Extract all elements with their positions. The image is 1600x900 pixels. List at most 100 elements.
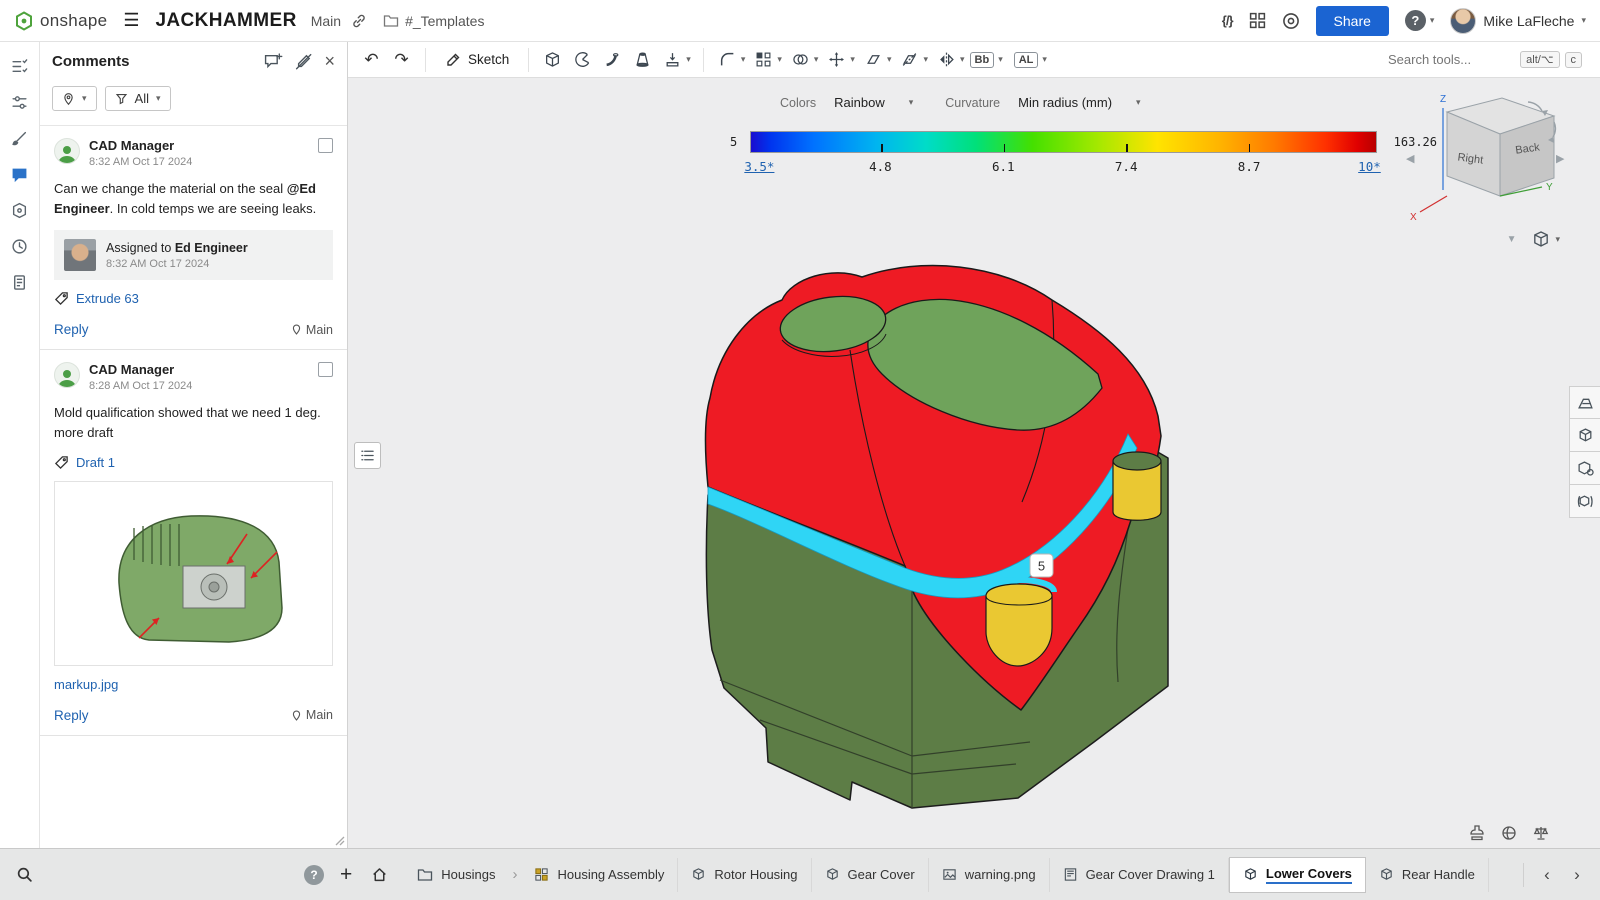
document-menu-icon[interactable]: ☰ xyxy=(123,10,139,31)
tab-warning-png[interactable]: warning.png xyxy=(929,858,1050,892)
display-states-icon[interactable] xyxy=(1569,419,1600,452)
feature-tag[interactable]: Extrude 63 xyxy=(54,291,333,306)
menu-caret-icon: ▾ xyxy=(960,54,965,65)
sketch-button[interactable]: Sketch xyxy=(436,48,518,72)
mirror-menu[interactable]: ▾ xyxy=(933,47,967,73)
find-icon[interactable] xyxy=(10,861,38,889)
status-filter-dropdown[interactable]: All ▾ xyxy=(105,86,171,111)
stamp-icon[interactable] xyxy=(1468,824,1486,842)
feature-tag-label[interactable]: Draft 1 xyxy=(76,455,115,470)
rotate-left-icon[interactable]: ◀ xyxy=(1406,152,1415,165)
rotate-down-icon[interactable]: ▼ xyxy=(1507,234,1517,245)
location-filter-dropdown[interactable]: ▾ xyxy=(52,86,97,111)
feature-tag-label[interactable]: Extrude 63 xyxy=(76,291,139,306)
attachment-thumbnail[interactable] xyxy=(54,481,333,666)
notes-icon[interactable] xyxy=(4,266,36,298)
comments-icon[interactable] xyxy=(4,158,36,190)
redo-button[interactable]: ↷ xyxy=(388,47,415,73)
bb-tools-menu[interactable]: Bb ▾ xyxy=(970,52,1005,68)
feature-list-icon[interactable] xyxy=(4,50,36,82)
user-caret-icon: ▾ xyxy=(1581,15,1586,26)
colors-dropdown[interactable]: Rainbow ▾ xyxy=(828,92,919,113)
tab-gear-cover[interactable]: Gear Cover xyxy=(812,858,929,892)
document-title[interactable]: JACKHAMMER xyxy=(155,10,296,32)
onshape-logo[interactable]: onshape xyxy=(14,11,107,31)
close-panel-icon[interactable]: × xyxy=(324,51,335,72)
transform-menu[interactable]: ▾ xyxy=(823,47,857,73)
app-store-icon[interactable] xyxy=(1249,12,1266,29)
panel-resize-grip[interactable] xyxy=(333,834,345,846)
tab-scroll-left-icon[interactable]: ‹ xyxy=(1534,861,1560,889)
graphics-canvas[interactable]: Colors Rainbow ▾ Curvature Min radius (m… xyxy=(348,78,1600,848)
tab-gear-cover-drawing[interactable]: Gear Cover Drawing 1 xyxy=(1050,858,1229,892)
scale-tick-labels: 3.5* 4.8 6.1 7.4 8.7 10* xyxy=(750,159,1377,181)
home-tab-button[interactable] xyxy=(364,860,394,890)
configuration-panel-icon[interactable] xyxy=(1569,452,1600,485)
colors-value: Rainbow xyxy=(834,95,885,110)
named-views-icon[interactable] xyxy=(1569,386,1600,419)
comment-meta: CAD Manager 8:32 AM Oct 17 2024 xyxy=(89,138,309,168)
breadcrumb-folder[interactable]: #_Templates xyxy=(383,13,484,29)
tab-scroll-right-icon[interactable]: › xyxy=(1564,861,1590,889)
tab-help-icon[interactable]: ? xyxy=(304,865,324,885)
plane-menu[interactable]: ▾ xyxy=(860,47,894,73)
thicken-menu[interactable]: ▾ xyxy=(659,47,693,73)
comment-author: CAD Manager xyxy=(89,138,309,153)
learning-center-icon[interactable] xyxy=(1282,12,1300,30)
tab-rotor-housing[interactable]: Rotor Housing xyxy=(678,858,811,892)
extrude-button[interactable] xyxy=(539,47,566,73)
view-options-menu[interactable]: ▾ xyxy=(1532,230,1560,248)
loft-button[interactable] xyxy=(629,47,656,73)
appearance-icon[interactable] xyxy=(4,122,36,154)
rotate-right-icon[interactable]: ▶ xyxy=(1556,152,1565,165)
curvature-dropdown[interactable]: Min radius (mm) ▾ xyxy=(1012,92,1146,113)
curvature-gradient-bar[interactable] xyxy=(750,131,1377,153)
feature-list-toggle[interactable] xyxy=(354,442,381,469)
tab-lower-covers[interactable]: Lower Covers xyxy=(1229,857,1366,893)
attachment-link[interactable]: markup.jpg xyxy=(54,677,118,692)
scale-max-limit[interactable]: 10* xyxy=(1358,159,1381,174)
undo-button[interactable]: ↶ xyxy=(358,47,385,73)
tab-rear-handle[interactable]: Rear Handle xyxy=(1366,858,1489,892)
tab-bar: ? + Housings › Housing Assembly Rotor Ho… xyxy=(0,848,1600,900)
share-button[interactable]: Share xyxy=(1316,6,1389,36)
revolve-button[interactable] xyxy=(569,47,596,73)
view-cube[interactable]: Right Back Z X Y ◀ ▶ xyxy=(1402,90,1572,230)
boolean-menu[interactable]: ▾ xyxy=(787,47,821,73)
properties-icon[interactable] xyxy=(4,194,36,226)
mass-properties-icon[interactable] xyxy=(1532,824,1550,842)
markup-icon[interactable] xyxy=(295,53,312,70)
pattern-menu[interactable]: ▾ xyxy=(750,47,784,73)
workspace-name[interactable]: Main xyxy=(311,13,341,29)
axis-z-label: Z xyxy=(1440,94,1446,105)
resolve-checkbox[interactable] xyxy=(318,138,333,153)
al-chip: AL xyxy=(1014,52,1039,68)
tab-housing-assembly[interactable]: Housing Assembly xyxy=(521,858,678,892)
new-comment-icon[interactable] xyxy=(264,53,283,70)
reply-link[interactable]: Reply xyxy=(54,708,89,723)
tab-folder-housings[interactable]: Housings xyxy=(404,858,508,892)
al-tools-menu[interactable]: AL ▾ xyxy=(1014,52,1049,68)
comment-text-before: Can we change the material on the seal xyxy=(54,181,287,196)
thicken-icon xyxy=(659,47,686,73)
workspace: ↶ ↷ Sketch xyxy=(348,42,1600,848)
history-icon[interactable] xyxy=(4,230,36,262)
feature-tag[interactable]: Draft 1 xyxy=(54,455,333,470)
featurescript-icon[interactable]: {/} xyxy=(1222,13,1233,28)
fillet-menu[interactable]: ▾ xyxy=(714,47,748,73)
reply-link[interactable]: Reply xyxy=(54,322,89,337)
scale-min-limit[interactable]: 3.5* xyxy=(744,159,774,174)
search-tools-input[interactable] xyxy=(1388,52,1515,67)
copy-link-icon[interactable] xyxy=(351,13,367,29)
help-menu[interactable]: ? ▾ xyxy=(1405,10,1435,31)
globe-icon[interactable] xyxy=(1500,824,1518,842)
split-menu[interactable]: ▾ xyxy=(896,47,930,73)
custom-tables-icon[interactable] xyxy=(1569,485,1600,518)
resolve-checkbox[interactable] xyxy=(318,362,333,377)
add-tab-button[interactable]: + xyxy=(340,864,352,885)
comments-filters: ▾ All ▾ xyxy=(40,80,347,125)
user-menu[interactable]: Mike LaFleche ▾ xyxy=(1450,8,1586,34)
configurations-icon[interactable] xyxy=(4,86,36,118)
part-model[interactable]: 5 xyxy=(700,250,1180,810)
sweep-button[interactable] xyxy=(599,47,626,73)
